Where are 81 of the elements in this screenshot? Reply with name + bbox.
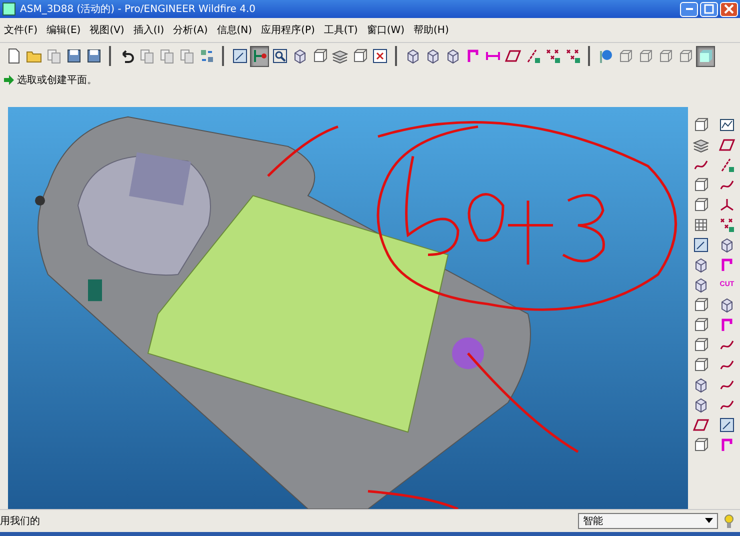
box-icon <box>693 316 709 332</box>
box-icon <box>693 356 709 372</box>
part-icon <box>693 256 709 272</box>
document-icon <box>6 48 22 64</box>
cube-outline-icon <box>658 48 674 64</box>
cube-outline-icon <box>678 48 694 64</box>
part-icon <box>693 376 709 392</box>
menu-item[interactable]: 帮助(H) <box>414 23 449 37</box>
caret-icon <box>705 518 713 524</box>
box-icon <box>693 436 709 452</box>
menu-item[interactable]: 窗口(W) <box>366 23 405 37</box>
window-icon <box>719 416 735 432</box>
light-bulb-icon <box>724 513 734 529</box>
maximize-button[interactable] <box>700 2 718 16</box>
shaded-cube-icon <box>698 48 714 64</box>
toolbar-button[interactable] <box>696 46 715 66</box>
plane-icon <box>719 136 735 152</box>
plane-icon <box>693 416 709 432</box>
box-icon <box>693 196 709 212</box>
close-icon <box>724 4 734 14</box>
minimize-icon <box>686 8 692 10</box>
window-title: ASM_3D88 (活动的) - Pro/ENGINEER Wildfire 4.0 <box>20 3 257 16</box>
part-icon <box>424 48 440 64</box>
maximize-icon <box>704 4 714 14</box>
model-viewport[interactable] <box>8 107 688 509</box>
window-icon <box>2 2 16 16</box>
points-icon <box>719 216 735 232</box>
message-text: 选取或创建平面。 <box>17 74 97 87</box>
menu-item[interactable]: 插入(I) <box>133 23 164 37</box>
box-icon <box>693 336 709 352</box>
bracket-icon <box>719 316 735 332</box>
pages-icon <box>158 48 174 64</box>
globe-icon <box>598 48 614 64</box>
menu-item[interactable]: 文件(F) <box>4 23 38 37</box>
axis-icon <box>719 156 735 172</box>
menu-item[interactable]: 分析(A) <box>173 23 208 37</box>
box-icon <box>693 176 709 192</box>
layers-icon <box>332 48 348 64</box>
arrow-icon <box>4 75 14 85</box>
part-icon <box>693 276 709 292</box>
box-icon <box>693 116 709 132</box>
part-icon <box>444 48 460 64</box>
part-icon <box>693 396 709 412</box>
zoom-icon <box>272 48 288 64</box>
box-icon <box>693 296 709 312</box>
plane-icon <box>504 48 520 64</box>
pages-icon <box>138 48 154 64</box>
close-button[interactable] <box>720 2 738 16</box>
part-icon <box>292 48 308 64</box>
part-icon <box>719 296 735 312</box>
pages-icon <box>178 48 194 64</box>
box-icon <box>312 48 328 64</box>
filter-dropdown[interactable]: 智能 <box>578 513 718 529</box>
axis-icon <box>524 48 540 64</box>
cube-outline-icon <box>638 48 654 64</box>
points-icon <box>564 48 580 64</box>
window-icon <box>232 48 248 64</box>
status-text: 用我们的 <box>0 514 41 528</box>
layers-icon <box>693 136 709 152</box>
points-icon <box>544 48 560 64</box>
menu-item[interactable]: 信息(N) <box>216 23 252 37</box>
bracket-icon <box>719 436 735 452</box>
pages-icon <box>46 48 62 64</box>
grid-icon <box>693 216 709 232</box>
part-icon <box>719 236 735 252</box>
part-icon <box>404 48 420 64</box>
sketch-icon <box>719 116 735 132</box>
coordinate-system-icon <box>719 196 735 212</box>
spin-center-icon <box>252 48 268 64</box>
cube-outline-icon <box>618 48 634 64</box>
close-icon <box>372 48 388 64</box>
menu-item[interactable]: 工具(T) <box>324 23 358 37</box>
menu-item[interactable]: 编辑(E) <box>46 23 81 37</box>
box-icon <box>352 48 368 64</box>
window-icon <box>693 236 709 252</box>
bracket-icon <box>719 256 735 272</box>
regenerate-icon <box>198 48 214 64</box>
toolbar-button[interactable] <box>250 46 269 66</box>
menu-item[interactable]: 视图(V) <box>90 23 124 37</box>
minimize-button[interactable] <box>680 2 698 16</box>
menu-item[interactable]: 应用程序(P) <box>261 23 315 37</box>
